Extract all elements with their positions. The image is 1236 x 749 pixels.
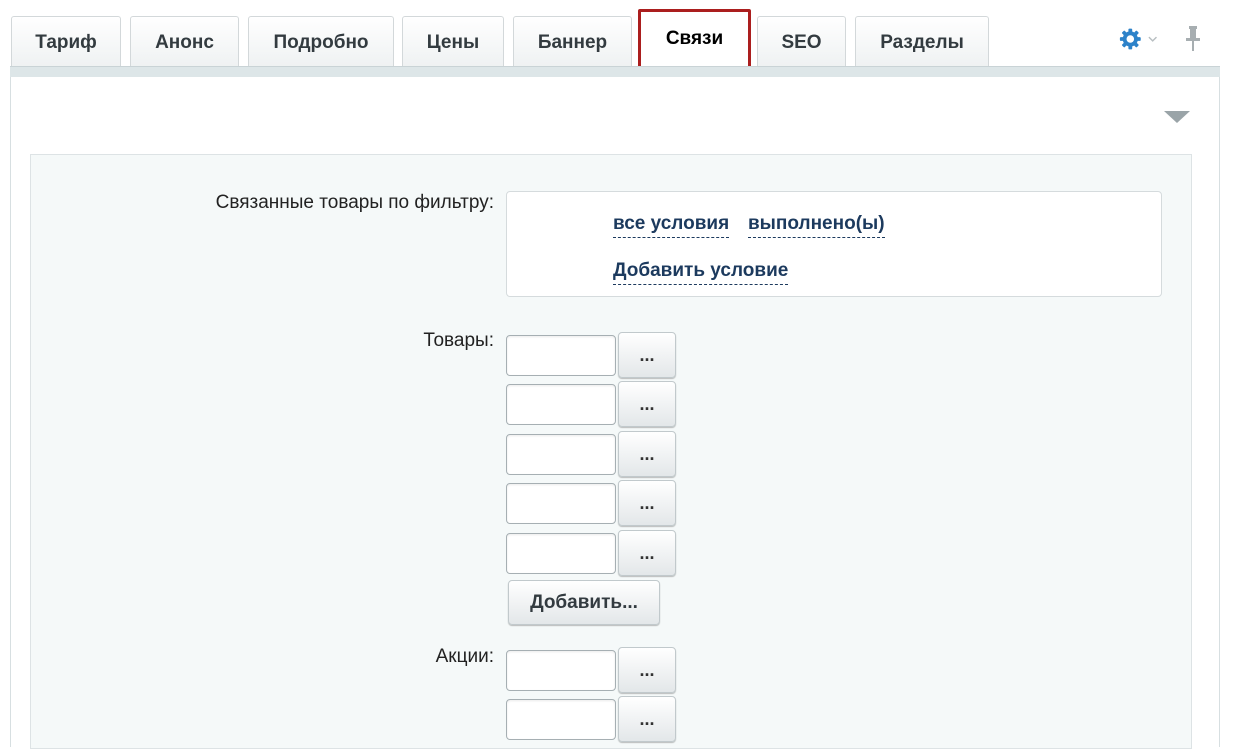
tab-announce[interactable]: Анонс	[130, 16, 239, 68]
tab-sections[interactable]: Разделы	[855, 16, 989, 68]
product-select-button[interactable]: ...	[618, 431, 676, 477]
add-condition-link[interactable]: Добавить условие	[613, 260, 789, 285]
gear-icon	[1119, 28, 1141, 50]
tab-tariff[interactable]: Тариф	[11, 16, 121, 68]
tab-details[interactable]: Подробно	[248, 16, 394, 68]
filter-label: Связанные товары по фильтру:	[215, 192, 494, 213]
tab-prices[interactable]: Цены	[402, 16, 504, 68]
promo-id-input[interactable]	[506, 650, 616, 691]
chevron-down-icon	[1148, 36, 1157, 42]
product-id-input[interactable]	[506, 335, 616, 376]
product-select-button[interactable]: ...	[618, 332, 676, 378]
pin-icon[interactable]	[1182, 25, 1204, 53]
products-label: Товары:	[423, 330, 494, 351]
settings-menu-button[interactable]	[1118, 26, 1158, 52]
tab-seo[interactable]: SEO	[757, 16, 846, 68]
promos-label: Акции:	[435, 646, 494, 667]
all-conditions-link[interactable]: все условия	[613, 213, 730, 238]
product-id-input[interactable]	[506, 384, 616, 425]
triangle-down-icon[interactable]	[1163, 110, 1191, 124]
tab-links[interactable]: Связи	[638, 9, 751, 69]
product-id-input[interactable]	[506, 533, 616, 574]
product-select-button[interactable]: ...	[618, 381, 676, 427]
fulfilled-link[interactable]: выполнено(ы)	[748, 213, 885, 238]
tab-bar: Тариф Анонс Подробно Цены Баннер Связи S…	[0, 0, 1236, 70]
tab-banner[interactable]: Баннер	[513, 16, 632, 68]
product-select-button[interactable]: ...	[618, 530, 676, 576]
product-select-button[interactable]: ...	[618, 480, 676, 526]
promo-select-button[interactable]: ...	[618, 647, 676, 693]
product-id-input[interactable]	[506, 434, 616, 475]
filter-conditions-box	[506, 191, 1162, 297]
promo-select-button[interactable]: ...	[618, 696, 676, 742]
add-product-button[interactable]: Добавить...	[508, 580, 660, 625]
promo-id-input[interactable]	[506, 699, 616, 740]
product-id-input[interactable]	[506, 483, 616, 524]
